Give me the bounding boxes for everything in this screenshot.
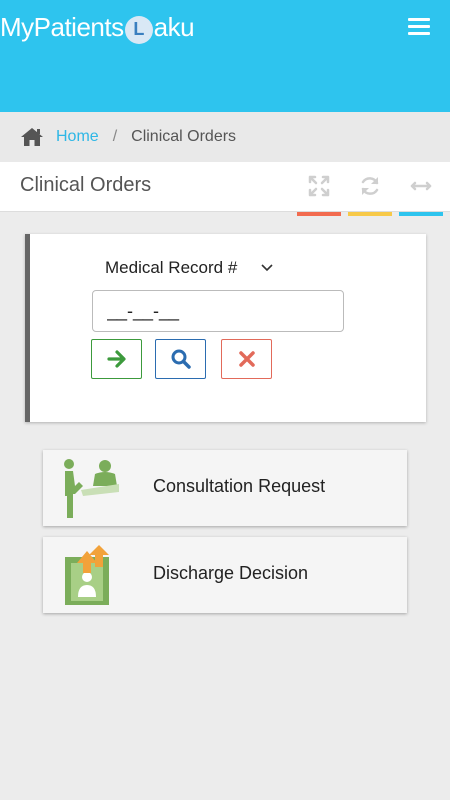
collapse-button[interactable] xyxy=(399,174,443,216)
expand-icon xyxy=(308,175,330,197)
logo-suffix: aku xyxy=(153,12,195,42)
app-header: MyPatients L aku xyxy=(0,0,450,112)
search-icon xyxy=(171,349,191,369)
clear-button[interactable] xyxy=(221,339,272,379)
logo-at-icon: L xyxy=(124,15,153,44)
search-type-label: Medical Record # xyxy=(105,258,238,277)
arrow-right-icon xyxy=(106,350,126,368)
page-title: Clinical Orders xyxy=(20,174,152,196)
breadcrumb-current: Clinical Orders xyxy=(131,128,237,145)
expand-button[interactable] xyxy=(297,174,341,216)
go-button[interactable] xyxy=(91,339,142,379)
discharge-decision-tile[interactable]: Discharge Decision xyxy=(43,537,407,613)
patient-search-card: Medical Record # xyxy=(25,234,426,422)
close-icon xyxy=(238,351,255,367)
discharge-icon xyxy=(65,545,109,605)
horizontal-arrows-icon xyxy=(410,181,432,191)
consultation-icon xyxy=(64,459,119,518)
medical-record-input[interactable] xyxy=(92,290,344,332)
home-icon[interactable] xyxy=(20,126,44,148)
refresh-button[interactable] xyxy=(348,174,392,216)
refresh-color-bar xyxy=(348,212,392,216)
app-logo: MyPatients L aku xyxy=(0,12,195,44)
search-button[interactable] xyxy=(155,339,206,379)
hamburger-menu-icon[interactable] xyxy=(408,18,430,36)
refresh-icon xyxy=(361,177,379,195)
breadcrumb-separator: / xyxy=(112,128,118,145)
chevron-down-icon xyxy=(261,264,273,272)
expand-color-bar xyxy=(297,212,341,216)
discharge-decision-label: Discharge Decision xyxy=(153,563,309,583)
logo-prefix: MyPatients xyxy=(0,12,124,42)
consultation-request-tile[interactable]: Consultation Request xyxy=(43,450,407,526)
search-type-select[interactable]: Medical Record # xyxy=(105,258,273,278)
consultation-request-label: Consultation Request xyxy=(153,476,326,496)
breadcrumb-home-link[interactable]: Home xyxy=(56,128,99,146)
collapse-color-bar xyxy=(399,212,443,216)
breadcrumb: Home / Clinical Orders xyxy=(0,112,450,162)
page-title-bar: Clinical Orders xyxy=(0,162,450,216)
